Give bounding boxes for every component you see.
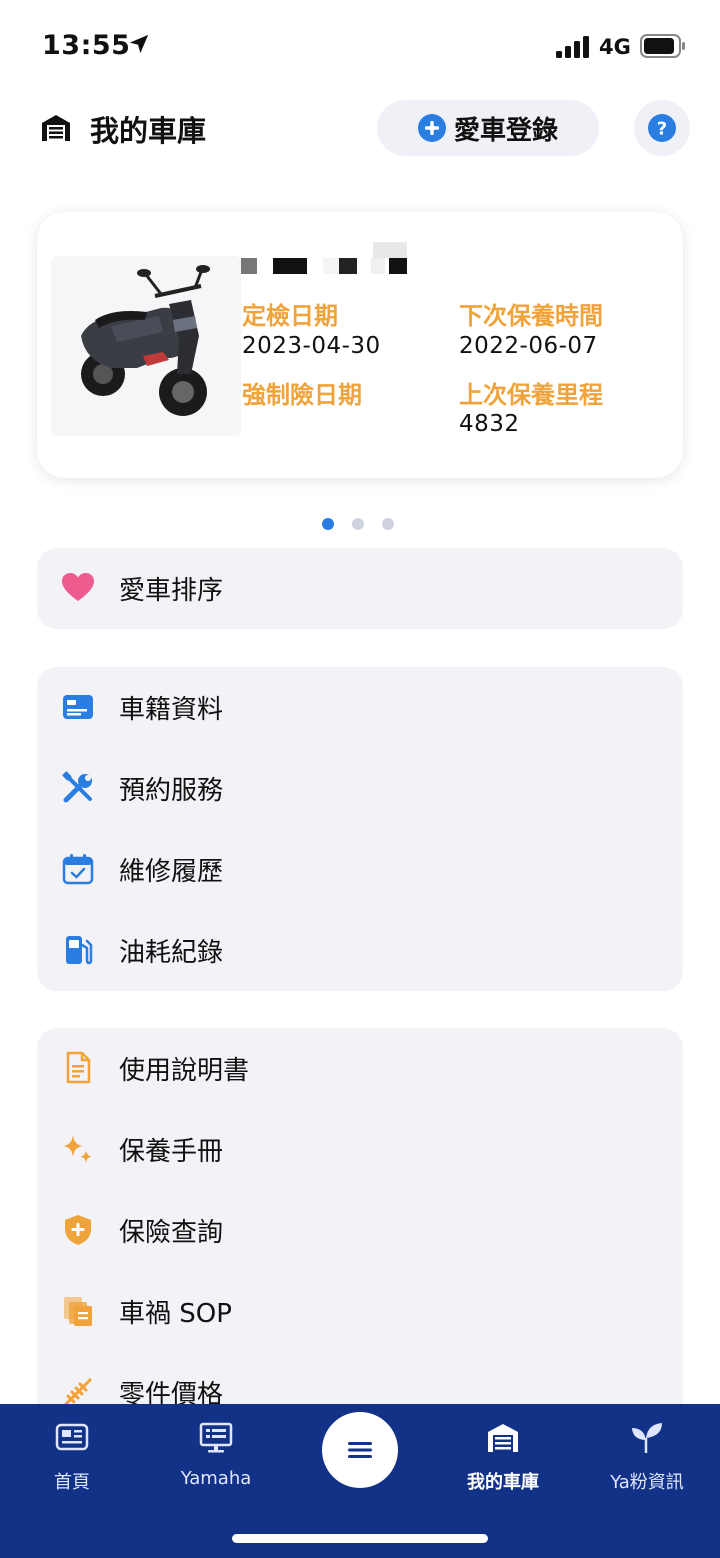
hamburger-menu-icon bbox=[348, 1442, 372, 1458]
tab-garage[interactable]: 我的車庫 bbox=[443, 1420, 563, 1500]
tab-fan-info[interactable]: Ya粉資訊 bbox=[587, 1420, 707, 1500]
fuel-pump-icon bbox=[66, 936, 93, 965]
carousel-pagination[interactable] bbox=[322, 518, 394, 530]
tab-home[interactable]: 首頁 bbox=[12, 1420, 132, 1500]
insurance-date-label: 強制險日期 bbox=[242, 381, 362, 409]
page-dot-2[interactable] bbox=[352, 518, 364, 530]
menu-item-maintenance-book[interactable]: 保養手冊 bbox=[37, 1109, 683, 1190]
menu-label: 車籍資料 bbox=[119, 695, 224, 725]
page-dot-3[interactable] bbox=[382, 518, 394, 530]
document-icon bbox=[66, 1051, 91, 1084]
services-group: 使用說明書 保養手冊 保險查詢 車禍 SOP 零件價格 bbox=[37, 1028, 683, 1448]
inspection-date-value: 2023-04-30 bbox=[242, 333, 381, 359]
last-mileage-value: 4832 bbox=[459, 411, 520, 437]
menu-center-button[interactable] bbox=[322, 1412, 398, 1488]
add-vehicle-label: 愛車登錄 bbox=[453, 115, 558, 146]
bottom-tab-bar: 首頁 Yamaha 我的車庫 Ya粉資訊 bbox=[0, 1404, 720, 1558]
heart-icon bbox=[62, 573, 94, 601]
cellular-signal-icon bbox=[556, 36, 589, 58]
next-maintenance-label: 下次保養時間 bbox=[459, 302, 603, 330]
page-header: 我的車庫 愛車登錄 ? bbox=[0, 96, 720, 160]
menu-item-booking[interactable]: 預約服務 bbox=[37, 748, 683, 829]
location-arrow-icon bbox=[129, 34, 149, 54]
help-button[interactable]: ? bbox=[634, 100, 690, 156]
menu-label: 維修履歷 bbox=[119, 857, 224, 887]
garage-icon bbox=[42, 115, 70, 141]
wrench-screwdriver-icon bbox=[62, 771, 92, 803]
svg-text:?: ? bbox=[657, 119, 667, 140]
motorcycle-image bbox=[51, 256, 241, 436]
garage-icon bbox=[488, 1424, 518, 1452]
vehicle-card[interactable]: 定檢日期 2023-04-30 強制險日期 下次保養時間 2022-06-07 … bbox=[37, 212, 683, 478]
menu-item-accident-sop[interactable]: 車禍 SOP bbox=[37, 1271, 683, 1352]
menu-label: 保養手冊 bbox=[119, 1137, 224, 1167]
plus-circle-icon bbox=[417, 114, 446, 142]
vehicle-records-group: 車籍資料 預約服務 維修履歷 油耗紀錄 bbox=[37, 667, 683, 991]
menu-label: 愛車排序 bbox=[119, 576, 224, 606]
menu-label: 使用說明書 bbox=[119, 1056, 250, 1086]
id-card-icon bbox=[63, 695, 93, 719]
menu-item-manual[interactable]: 使用說明書 bbox=[37, 1028, 683, 1109]
menu-label: 預約服務 bbox=[119, 776, 224, 806]
news-icon bbox=[55, 1423, 89, 1451]
inspection-date-label: 定檢日期 bbox=[242, 302, 338, 330]
stacked-pages-icon bbox=[64, 1297, 92, 1326]
next-maintenance-value: 2022-06-07 bbox=[459, 333, 598, 359]
last-mileage-label: 上次保養里程 bbox=[459, 381, 603, 409]
tab-label: 首頁 bbox=[54, 1472, 90, 1493]
calendar-check-icon bbox=[62, 854, 94, 885]
network-type: 4G bbox=[599, 35, 631, 59]
add-vehicle-button[interactable]: 愛車登錄 bbox=[377, 100, 599, 156]
sort-group: 愛車排序 bbox=[37, 548, 683, 629]
menu-label: 車禍 SOP bbox=[119, 1299, 232, 1329]
menu-item-insurance-query[interactable]: 保險查詢 bbox=[37, 1190, 683, 1271]
page-dot-1[interactable] bbox=[322, 518, 334, 530]
menu-item-fuel-log[interactable]: 油耗紀錄 bbox=[37, 910, 683, 991]
question-circle-icon: ? bbox=[648, 114, 676, 142]
sprout-icon bbox=[632, 1423, 662, 1453]
status-time: 13:55 bbox=[42, 30, 131, 61]
sparkles-icon bbox=[63, 1135, 92, 1163]
status-bar: 13:55 4G bbox=[0, 0, 720, 90]
plate-number-redacted bbox=[241, 242, 407, 274]
menu-label: 保險查詢 bbox=[119, 1218, 224, 1248]
tab-label: Ya粉資訊 bbox=[610, 1472, 684, 1493]
shield-plus-icon bbox=[65, 1215, 91, 1245]
monitor-icon bbox=[199, 1422, 233, 1453]
menu-item-registration[interactable]: 車籍資料 bbox=[37, 667, 683, 748]
tab-yamaha[interactable]: Yamaha bbox=[156, 1420, 276, 1500]
battery-icon bbox=[640, 34, 685, 58]
menu-label: 油耗紀錄 bbox=[119, 938, 224, 968]
tab-label: 我的車庫 bbox=[467, 1472, 539, 1493]
menu-item-sort[interactable]: 愛車排序 bbox=[37, 548, 683, 629]
page-title: 我的車庫 bbox=[90, 114, 207, 148]
home-indicator bbox=[232, 1534, 488, 1543]
tab-label: Yamaha bbox=[180, 1468, 252, 1489]
menu-item-repair-history[interactable]: 維修履歷 bbox=[37, 829, 683, 910]
